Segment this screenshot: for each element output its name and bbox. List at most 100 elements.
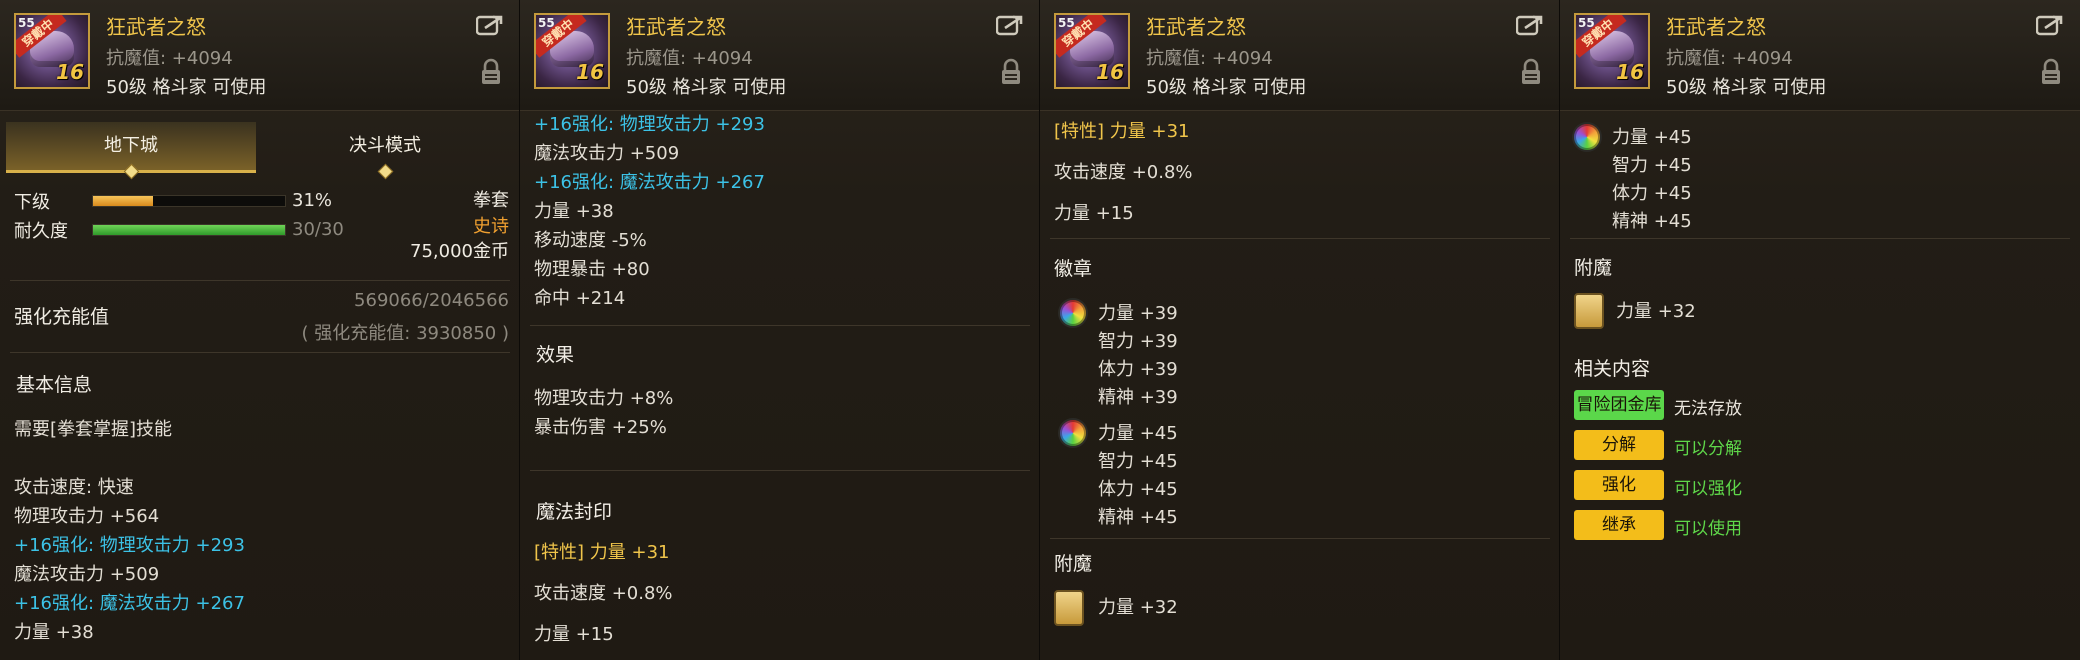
item-icon[interactable]: 穿戴中 55 16 (534, 13, 610, 89)
seal-trait: [特性] 力量 +31 (1054, 121, 1190, 142)
resist-value: 抗魔值: +4094 (1146, 48, 1273, 69)
emblem-stat: 体力 +45 (1098, 479, 1178, 500)
enhance-badge[interactable]: 强化 (1574, 470, 1664, 500)
requirement: 50级 格斗家 可使用 (1146, 77, 1307, 98)
inherit-status: 可以使用 (1674, 519, 1742, 539)
disassemble-badge[interactable]: 分解 (1574, 430, 1664, 460)
durability-value: 30/30 (292, 219, 344, 240)
rarity: 史诗 (473, 216, 509, 237)
item-icon[interactable]: 穿戴中 55 16 (1574, 13, 1650, 89)
emblem-stat: 力量 +39 (1098, 303, 1178, 324)
enhance-status: 可以强化 (1674, 479, 1742, 499)
emblem-stat: 智力 +45 (1612, 155, 1692, 176)
item-name: 狂武者之怒 (1146, 15, 1246, 39)
item-type: 拳套 (473, 190, 509, 211)
inherit-badge[interactable]: 继承 (1574, 510, 1664, 540)
enhance-level: 16 (1096, 60, 1124, 84)
enhance-level: 16 (1616, 60, 1644, 84)
grade-value: 31% (292, 190, 333, 211)
durability-bar-fill (93, 225, 285, 235)
stat-line: +16强化: 魔法攻击力 +267 (534, 172, 765, 193)
requirement: 50级 格斗家 可使用 (1666, 77, 1827, 98)
adventure-vault-status: 无法存放 (1674, 399, 1742, 419)
adventure-vault-badge[interactable]: 冒险团金库 (1574, 390, 1664, 420)
emblem-orb-icon (1060, 300, 1086, 326)
enchant-stat: 力量 +32 (1098, 597, 1178, 618)
stat-line: 魔法攻击力 +509 (534, 143, 680, 164)
level-corner: 55 (18, 16, 35, 30)
item-name: 狂武者之怒 (1666, 15, 1766, 39)
share-icon[interactable] (996, 14, 1024, 36)
tooltip-panel-1: 穿戴中 55 16 狂武者之怒 抗魔值: +4094 50级 格斗家 可使用 地… (0, 0, 520, 660)
lock-icon[interactable] (1520, 58, 1542, 86)
stat-line: +16强化: 物理攻击力 +293 (534, 114, 765, 135)
enh-mag-attack: +16强化: 魔法攻击力 +267 (14, 593, 245, 614)
stat-line: 物理暴击 +80 (534, 259, 650, 280)
divider (1570, 238, 2070, 239)
divider (530, 470, 1030, 471)
tab-dungeon[interactable]: 地下城 (6, 122, 256, 180)
resist-value: 抗魔值: +4094 (626, 48, 753, 69)
requirement: 50级 格斗家 可使用 (106, 77, 267, 98)
emblem-stat: 智力 +45 (1098, 451, 1178, 472)
enchant-title: 附魔 (1574, 257, 1613, 279)
tab-pvp[interactable]: 决斗模式 (260, 122, 510, 180)
level-corner: 55 (538, 16, 555, 30)
emblem-orb-icon (1060, 420, 1086, 446)
lock-icon[interactable] (480, 58, 502, 86)
resist-value: 抗魔值: +4094 (106, 48, 233, 69)
charge-total: ( 强化充能值: 3930850 ) (301, 323, 509, 344)
divider (1050, 538, 1550, 539)
lock-icon[interactable] (2040, 58, 2062, 86)
charge-label: 强化充能值 (14, 306, 110, 328)
charge-progress: 569066/2046566 (354, 290, 509, 311)
emblem-stat: 精神 +45 (1098, 507, 1178, 528)
stat-line: 移动速度 -5% (534, 230, 647, 251)
enchant-stat: 力量 +32 (1616, 301, 1696, 322)
grade-label: 下级 (14, 192, 50, 213)
item-header: 穿戴中 55 16 狂武者之怒 抗魔值: +4094 50级 格斗家 可使用 (520, 0, 1039, 111)
resist-value: 抗魔值: +4094 (1666, 48, 1793, 69)
divider (10, 280, 510, 281)
divider (530, 325, 1030, 326)
emblem-stat: 力量 +45 (1612, 127, 1692, 148)
grade-bar-fill (93, 196, 153, 206)
item-name: 狂武者之怒 (626, 15, 726, 39)
share-icon[interactable] (476, 14, 504, 36)
stat-line: 命中 +214 (534, 288, 626, 309)
tab-diamond-icon (123, 163, 140, 180)
effect-title: 效果 (536, 344, 575, 366)
skill-requirement: 需要[拳套掌握]技能 (14, 419, 173, 440)
emblem-stat: 体力 +45 (1612, 183, 1692, 204)
seal-line: 攻击速度 +0.8% (534, 583, 673, 604)
seal-line: 力量 +15 (534, 624, 614, 645)
tab-diamond-icon (377, 163, 394, 180)
stat-line: 力量 +38 (534, 201, 614, 222)
mag-attack: 魔法攻击力 +509 (14, 564, 160, 585)
item-header: 穿戴中 55 16 狂武者之怒 抗魔值: +4094 50级 格斗家 可使用 (0, 0, 519, 111)
emblem-stat: 精神 +39 (1098, 387, 1178, 408)
basic-info-title: 基本信息 (16, 374, 93, 396)
emblem-orb-icon (1574, 124, 1600, 150)
enchant-card-icon (1054, 590, 1084, 626)
share-icon[interactable] (2036, 14, 2064, 36)
effect-line: 暴击伤害 +25% (534, 417, 667, 438)
phys-attack: 物理攻击力 +564 (14, 506, 160, 527)
emblem-stat: 力量 +45 (1098, 423, 1178, 444)
price: 75,000金币 (410, 241, 509, 262)
tab-dungeon-label: 地下城 (104, 135, 158, 156)
divider (1050, 238, 1550, 239)
seal-line: 力量 +15 (1054, 203, 1134, 224)
item-name: 狂武者之怒 (106, 15, 206, 39)
item-icon[interactable]: 穿戴中 55 16 (1054, 13, 1130, 89)
share-icon[interactable] (1516, 14, 1544, 36)
seal-trait: [特性] 力量 +31 (534, 542, 670, 563)
enchant-card-icon (1574, 293, 1604, 329)
tooltip-panel-4: 穿戴中 55 16 狂武者之怒 抗魔值: +4094 50级 格斗家 可使用 力… (1560, 0, 2080, 660)
emblem-title: 徽章 (1054, 258, 1093, 280)
mode-tabs: 地下城 决斗模式 (6, 122, 514, 180)
item-icon[interactable]: 穿戴中 55 16 (14, 13, 90, 89)
item-header: 穿戴中 55 16 狂武者之怒 抗魔值: +4094 50级 格斗家 可使用 (1560, 0, 2080, 111)
durability-label: 耐久度 (14, 221, 68, 242)
lock-icon[interactable] (1000, 58, 1022, 86)
